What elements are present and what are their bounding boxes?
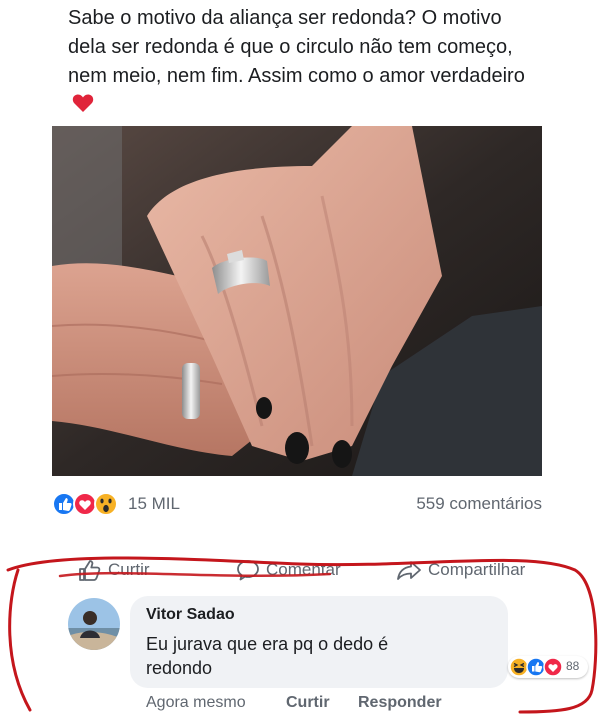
reactions-summary[interactable]: 15 MIL 559 comentários <box>52 492 542 518</box>
red-heart-icon <box>72 93 94 122</box>
reactions-count[interactable]: 15 MIL <box>128 494 180 514</box>
share-arrow-icon <box>397 561 421 580</box>
love-icon <box>73 492 97 516</box>
wow-icon <box>94 492 118 516</box>
comment-like-link[interactable]: Curtir <box>286 694 330 712</box>
comment-reactions-count: 88 <box>566 659 580 673</box>
comment-reactions-badge[interactable]: 88 <box>508 656 588 678</box>
share-button[interactable]: Compartilhar <box>396 556 525 584</box>
post-body: Sabe o motivo da aliança ser redonda? O … <box>68 7 525 87</box>
thumbs-up-icon <box>79 560 101 581</box>
like-button[interactable]: Curtir <box>78 556 150 584</box>
reaction-icons <box>52 492 126 516</box>
post-actions-bar: Curtir Comentar Compartilhar <box>70 556 550 584</box>
comment-label: Comentar <box>266 560 341 579</box>
comment-reply-link[interactable]: Responder <box>358 694 442 712</box>
like-icon <box>52 492 76 516</box>
post-photo-rings-hands[interactable] <box>52 126 542 476</box>
comment-bubble: Vitor Sadao Eu jurava que era pq o dedo … <box>130 596 508 688</box>
haha-icon <box>509 657 529 677</box>
love-icon <box>543 657 563 677</box>
comment-timestamp[interactable]: Agora mesmo <box>146 694 246 712</box>
share-label: Compartilhar <box>428 560 526 579</box>
like-label: Curtir <box>108 560 150 579</box>
post-text: Sabe o motivo da aliança ser redonda? O … <box>68 4 538 122</box>
like-icon <box>526 657 546 677</box>
commenter-avatar[interactable] <box>68 598 120 650</box>
comment-meta: Agora mesmo Curtir Responder <box>146 694 506 714</box>
comment-text: Eu jurava que era pq o dedo é redondo <box>146 634 389 678</box>
speech-bubble-icon <box>237 560 259 581</box>
comment-button[interactable]: Comentar <box>236 556 341 584</box>
comment-author[interactable]: Vitor Sadao <box>146 606 235 624</box>
comments-count-link[interactable]: 559 comentários <box>416 494 542 514</box>
